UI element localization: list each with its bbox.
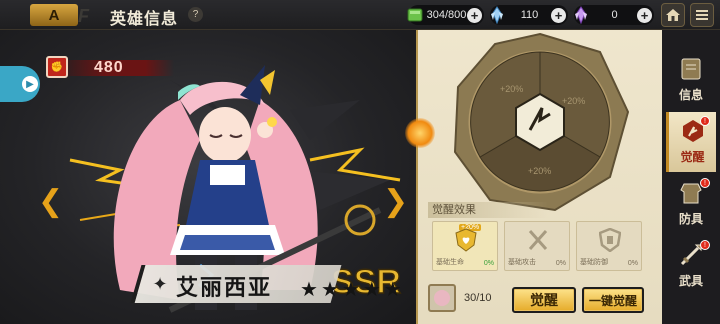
side-expand-tab[interactable]: ▶: [0, 66, 40, 102]
shield-heart-icon: [455, 228, 477, 252]
tab-info[interactable]: 信息: [666, 50, 716, 110]
star-rating: ★ ★ ★ ★ ★: [300, 280, 402, 300]
menu-icon: [696, 10, 708, 20]
star-icon: ★: [320, 279, 339, 301]
notification-badge: !: [700, 178, 710, 188]
awaken-wheel[interactable]: +20% +20% +20%: [450, 32, 630, 212]
star-icon: ★: [362, 279, 381, 301]
bonus-attack-card[interactable]: 基础攻击 0%: [504, 221, 570, 271]
class-star-icon: ✦: [152, 273, 168, 294]
wheel-segment-label: +20%: [500, 84, 523, 94]
hero-shard-avatar: [428, 284, 456, 312]
add-resource-button[interactable]: +: [551, 7, 566, 23]
quick-awaken-button[interactable]: 一键觉醒: [582, 287, 644, 313]
back-logo-shadow: F: [78, 6, 89, 26]
bonus-defense-card[interactable]: 基础防御 0%: [576, 221, 642, 271]
resource-value: 110: [520, 9, 539, 21]
glow-orb-icon: [405, 118, 435, 148]
book-icon: [676, 54, 706, 84]
tab-label: 觉醒: [680, 150, 705, 164]
blue-crystal-icon: [486, 4, 508, 26]
resource-blue-crystal: 110 +: [490, 5, 568, 25]
notification-badge: !: [700, 116, 710, 126]
bonus-percent: 0%: [555, 260, 566, 267]
tab-weapon[interactable]: ! 武具: [666, 236, 716, 296]
add-resource-button[interactable]: +: [637, 7, 652, 23]
armor-shield-icon: [599, 228, 621, 252]
home-icon: [666, 9, 680, 21]
tab-awaken[interactable]: ! 觉醒: [666, 112, 716, 172]
shard-count: 30/10: [464, 292, 492, 304]
resource-purple-crystal: 0 +: [574, 5, 654, 25]
star-icon: ★: [341, 279, 360, 301]
menu-button[interactable]: [690, 3, 714, 27]
bonus-label: 基础防御: [580, 259, 608, 266]
side-tabs: 信息 ! 觉醒 ! 防具 ! 武具: [662, 30, 720, 324]
awaken-effect-label: 觉醒效果: [428, 202, 548, 218]
crossed-swords-icon: [528, 230, 548, 250]
bonus-hp-card[interactable]: +20% 基础生命 0%: [432, 221, 498, 271]
notification-badge: !: [700, 240, 710, 250]
chevron-right-icon: ▶: [22, 76, 38, 92]
awaken-button[interactable]: 觉醒: [512, 287, 576, 313]
back-glyph: A: [48, 6, 60, 24]
hero-name: 艾丽西亚: [176, 275, 273, 300]
resource-value: 304/800: [426, 9, 467, 21]
help-icon[interactable]: ?: [188, 7, 203, 22]
wheel-segment-label: +20%: [562, 96, 585, 106]
bonus-percent: 0%: [627, 260, 638, 267]
back-button[interactable]: A: [30, 4, 78, 26]
bonus-label: 基础攻击: [508, 259, 536, 266]
green-gem-icon: [404, 4, 426, 26]
tab-label: 武具: [678, 274, 703, 288]
wheel-segment-label: +20%: [528, 166, 551, 176]
home-button[interactable]: [661, 3, 685, 27]
tab-label: 防具: [678, 212, 703, 226]
resource-value: 0: [611, 9, 618, 21]
purple-crystal-icon: [570, 4, 592, 26]
add-resource-button[interactable]: +: [467, 7, 482, 23]
top-bar: A F 英雄信息 ? 304/800 + 110 + 0 +: [0, 0, 720, 30]
page-title: 英雄信息: [110, 11, 179, 28]
bonus-percent: 0%: [483, 260, 494, 267]
star-icon: ★: [300, 279, 318, 301]
resource-stamina: 304/800 +: [407, 5, 484, 25]
tab-label: 信息: [678, 88, 703, 102]
tab-armor[interactable]: ! 防具: [666, 174, 716, 234]
bonus-label: 基础生命: [436, 259, 464, 266]
avatar: [434, 290, 450, 306]
star-icon: ★: [383, 279, 402, 301]
